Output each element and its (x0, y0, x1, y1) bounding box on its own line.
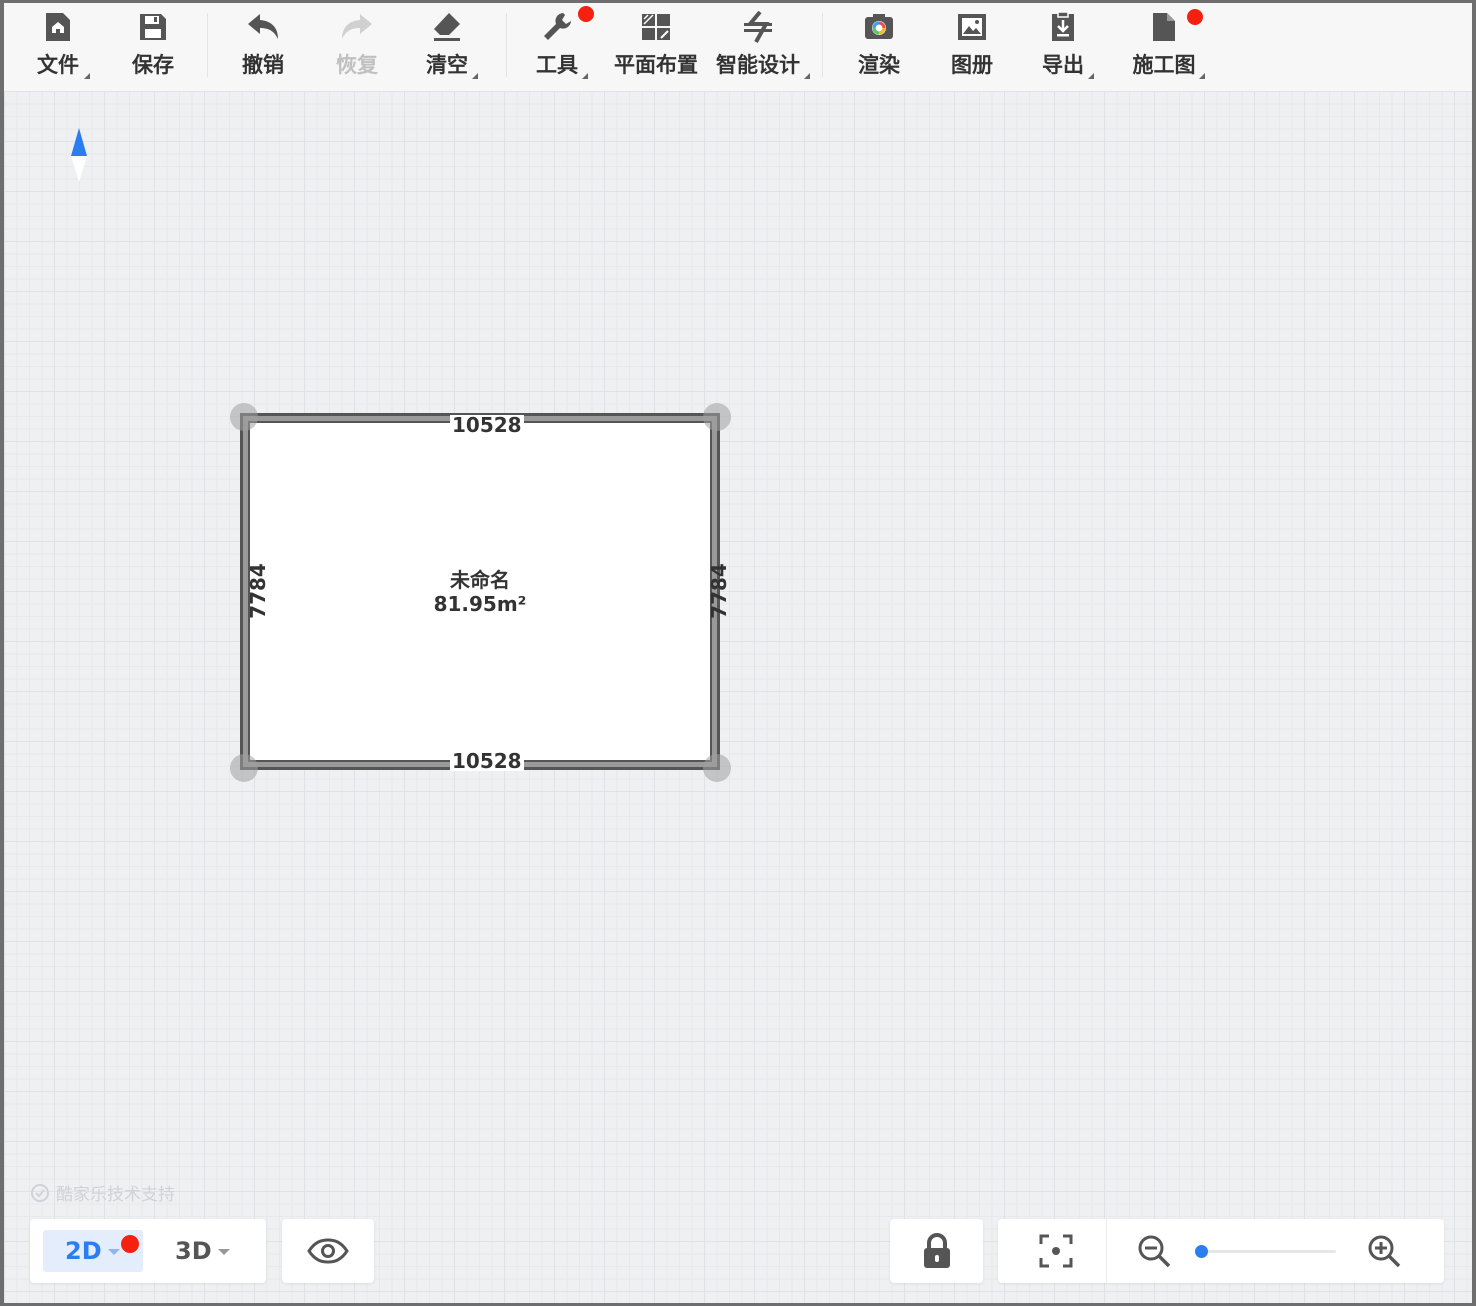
zoom-in-icon (1368, 1235, 1401, 1268)
top-wall-dimension: 10528 (450, 413, 524, 437)
clear-button[interactable]: 清空 (424, 9, 478, 85)
chevron-down-icon (107, 1249, 120, 1255)
view-3d-label: 3D (175, 1237, 212, 1265)
construction-drawing-label: 施工图 (1132, 53, 1196, 77)
file-home-icon (40, 9, 76, 45)
bottom-wall-dimension: 10528 (450, 749, 524, 773)
dropdown-corner-icon (582, 73, 588, 79)
wall-corner-handle[interactable] (703, 403, 731, 431)
construction-drawing-icon (1146, 9, 1182, 45)
right-wall-dimension: 7784 (706, 563, 731, 619)
eye-icon (307, 1238, 349, 1264)
dropdown-corner-icon (84, 73, 90, 79)
zoom-divider (1106, 1219, 1107, 1283)
floor-layout-icon (638, 9, 674, 45)
lock-icon (923, 1233, 950, 1268)
floor-layout-label: 平面布置 (614, 53, 698, 77)
zoom-out-button[interactable] (1136, 1233, 1172, 1273)
smart-design-button[interactable]: 智能设计 (714, 9, 810, 85)
floor-plan-canvas[interactable] (4, 91, 1472, 1303)
floor-layout-button[interactable]: 平面布置 (612, 9, 700, 85)
view-2d-label: 2D (65, 1237, 102, 1265)
wrench-icon (539, 9, 575, 45)
notification-dot (1187, 9, 1203, 25)
room-name-label[interactable]: 未命名 (380, 568, 580, 592)
wall-corner-handle[interactable] (230, 754, 258, 782)
zoom-slider-handle[interactable] (1194, 1245, 1208, 1258)
tools-label: 工具 (536, 53, 578, 77)
smart-design-label: 智能设计 (716, 53, 800, 77)
export-button[interactable]: 导出 (1040, 9, 1094, 85)
north-compass-icon (66, 126, 92, 188)
album-icon (954, 9, 990, 45)
visibility-toggle-button[interactable] (282, 1219, 374, 1283)
save-label: 保存 (132, 53, 174, 77)
construction-drawing-button[interactable]: 施工图 (1131, 9, 1205, 85)
render-camera-icon (861, 9, 897, 45)
render-label: 渲染 (858, 53, 900, 77)
file-menu-label: 文件 (37, 53, 79, 77)
view-3d-button[interactable]: 3D (175, 1230, 255, 1272)
view-mode-switch: 2D 3D (30, 1219, 266, 1283)
render-button[interactable]: 渲染 (856, 9, 902, 85)
undo-label: 撤销 (242, 53, 284, 77)
tools-menu-button[interactable]: 工具 (534, 6, 594, 85)
dropdown-corner-icon (804, 73, 810, 79)
main-toolbar: 文件 保存 撤销 恢复 清空 工具 平面布置 智能设计 渲染 图册 导出 施工图 (4, 3, 1472, 91)
redo-button[interactable]: 恢复 (334, 9, 380, 85)
album-label: 图册 (951, 53, 993, 77)
notification-dot (578, 6, 594, 22)
redo-label: 恢复 (336, 53, 378, 77)
check-circle-icon (31, 1183, 49, 1202)
wall-corner-handle[interactable] (703, 754, 731, 782)
focus-frame-icon (1039, 1234, 1073, 1268)
fit-view-button[interactable] (1038, 1233, 1074, 1273)
dropdown-corner-icon (1088, 73, 1094, 79)
save-icon (135, 9, 171, 45)
lock-button[interactable] (890, 1219, 983, 1283)
clear-label: 清空 (426, 53, 468, 77)
toolbar-separator (207, 13, 208, 77)
undo-icon (245, 9, 281, 45)
zoom-slider[interactable] (1194, 1245, 1336, 1258)
export-label: 导出 (1042, 53, 1084, 77)
wall-corner-handle[interactable] (230, 403, 258, 431)
redo-icon (339, 9, 375, 45)
left-wall-dimension: 7784 (245, 563, 270, 619)
toolbar-separator (822, 13, 823, 77)
zoom-out-icon (1138, 1235, 1171, 1268)
notification-dot (121, 1235, 139, 1253)
undo-button[interactable]: 撤销 (240, 9, 286, 85)
save-button[interactable]: 保存 (130, 9, 176, 85)
room-area-label: 81.95m² (433, 592, 527, 616)
smart-design-icon (740, 9, 776, 45)
eraser-icon (429, 9, 465, 45)
dropdown-corner-icon (472, 73, 478, 79)
dropdown-corner-icon (1199, 73, 1205, 79)
chevron-down-icon (217, 1249, 230, 1255)
export-icon (1045, 9, 1081, 45)
zoom-controls (998, 1219, 1444, 1283)
file-menu-button[interactable]: 文件 (34, 9, 90, 85)
album-button[interactable]: 图册 (949, 9, 995, 85)
tech-support-text: 酷家乐技术支持 (56, 1185, 175, 1205)
toolbar-separator (506, 13, 507, 77)
tech-support-watermark: 酷家乐技术支持 (30, 1180, 175, 1205)
zoom-in-button[interactable] (1366, 1233, 1402, 1273)
